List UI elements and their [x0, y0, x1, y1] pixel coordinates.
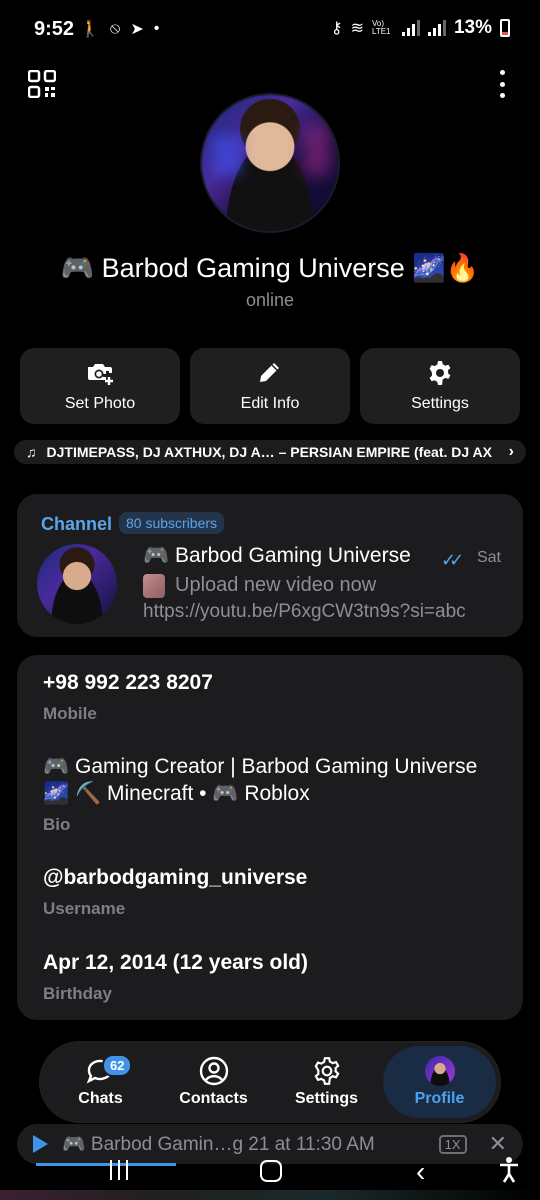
profile-avatar-icon — [424, 1056, 455, 1086]
settings-button[interactable]: Settings — [360, 348, 520, 424]
music-text: DJTIMEPASS, DJ AXTHUX, DJ A… – PERSIAN E… — [46, 444, 493, 460]
username-label: Username — [43, 899, 126, 918]
dot-icon: • — [153, 20, 160, 37]
playback-speed-button[interactable]: 1X — [438, 1134, 467, 1154]
play-icon[interactable] — [33, 1135, 48, 1153]
username-row[interactable]: @barbodgaming_universe Username — [43, 864, 503, 919]
message-thumbnail — [143, 574, 165, 598]
phone-value: +98 992 223 8207 — [43, 671, 213, 694]
status-left-icons: 🚶 ⦸ ➤ • — [80, 19, 159, 39]
bio-value: 🎮 Gaming Creator | Barbod Gaming Univers… — [43, 755, 478, 805]
wifi-icon: ≋ — [350, 20, 364, 37]
bottom-navigation: 62 Chats Contacts Settings Profile — [40, 1042, 500, 1122]
walking-icon: 🚶 — [80, 21, 100, 38]
username-value: @barbodgaming_universe — [43, 866, 308, 889]
battery-icon — [500, 19, 510, 37]
background-strip — [0, 1190, 540, 1200]
edit-info-label: Edit Info — [240, 395, 300, 412]
channel-message-line2: https://youtu.be/P6xgCW3tn9s?si=abc — [143, 601, 466, 622]
channel-avatar — [37, 544, 117, 624]
nav-settings-label: Settings — [294, 1090, 359, 1107]
telegram-icon: ➤ — [130, 21, 144, 38]
qr-code-icon[interactable] — [27, 69, 57, 99]
set-photo-button[interactable]: Set Photo — [20, 348, 180, 424]
recents-icon[interactable] — [110, 1160, 128, 1180]
wifi-off-icon: ⦸ — [109, 20, 121, 37]
signal-icon — [401, 20, 420, 36]
chats-badge: 62 — [102, 1054, 133, 1077]
profile-status: online — [245, 290, 295, 310]
contacts-icon — [199, 1056, 228, 1086]
phone-row[interactable]: +98 992 223 8207 Mobile — [43, 669, 503, 724]
accessibility-icon[interactable] — [498, 1156, 520, 1189]
channel-label: Channel — [41, 514, 113, 534]
profile-music-bar[interactable]: ♫ DJTIMEPASS, DJ AXTHUX, DJ A… – PERSIAN… — [14, 440, 526, 464]
channel-date: Sat — [476, 549, 501, 566]
channel-message-line1: Upload new video now — [175, 574, 377, 596]
edit-info-button[interactable]: Edit Info — [190, 348, 350, 424]
channel-card[interactable]: Channel 80 subscribers 🎮 Barbod Gaming U… — [17, 494, 523, 637]
channel-title: 🎮 Barbod Gaming Universe — [143, 544, 411, 567]
birthday-value: Apr 12, 2014 (12 years old) — [43, 951, 308, 974]
battery-percent: 13% — [453, 17, 492, 38]
profile-actions: Set Photo Edit Info Settings — [20, 348, 520, 424]
close-icon[interactable]: ✕ — [489, 1131, 507, 1157]
birthday-label: Birthday — [43, 984, 112, 1003]
nav-profile-label: Profile — [414, 1090, 465, 1107]
profile-avatar[interactable] — [202, 95, 338, 231]
double-check-icon: ✓✓ — [441, 550, 464, 570]
settings-icon — [313, 1057, 340, 1085]
player-title: 🎮 Barbod Gamin…g 21 at 11:30 AM — [62, 1134, 375, 1155]
music-note-icon: ♫ — [26, 444, 37, 460]
settings-label: Settings — [411, 395, 469, 412]
set-photo-label: Set Photo — [64, 395, 136, 412]
pencil-icon — [260, 363, 279, 382]
phone-label: Mobile — [43, 704, 97, 723]
channel-subscribers-badge: 80 subscribers — [119, 512, 225, 534]
status-bar: 9:52 🚶 ⦸ ➤ • ⚷ ≋ Vo) LTE1 13% — [0, 0, 540, 60]
signal-2-icon — [427, 20, 446, 36]
chevron-right-icon: › — [508, 443, 514, 460]
camera-add-icon — [88, 364, 113, 385]
birthday-row[interactable]: Apr 12, 2014 (12 years old) Birthday — [43, 949, 503, 1004]
nav-profile[interactable]: Profile — [383, 1046, 496, 1118]
status-time: 9:52 — [34, 18, 75, 40]
lte-label: Vo) LTE1 — [371, 19, 391, 36]
bio-label: Bio — [43, 815, 71, 834]
profile-name: 🎮 Barbod Gaming Universe 🌌🔥 — [60, 253, 480, 283]
nav-chats[interactable]: 62 Chats — [44, 1046, 157, 1118]
status-right-icons: ⚷ ≋ Vo) LTE1 13% — [331, 17, 510, 39]
nav-contacts-label: Contacts — [179, 1090, 248, 1107]
back-icon[interactable]: ‹ — [416, 1156, 425, 1188]
nav-settings[interactable]: Settings — [270, 1046, 383, 1118]
home-icon[interactable] — [260, 1160, 282, 1182]
key-icon: ⚷ — [330, 20, 343, 37]
nav-chats-label: Chats — [78, 1090, 123, 1107]
info-card: +98 992 223 8207 Mobile 🎮 Gaming Creator… — [17, 655, 523, 1020]
gear-icon — [429, 361, 451, 385]
nav-contacts[interactable]: Contacts — [157, 1046, 270, 1118]
bio-row[interactable]: 🎮 Gaming Creator | Barbod Gaming Univers… — [43, 753, 503, 835]
more-options-icon[interactable] — [498, 70, 506, 98]
